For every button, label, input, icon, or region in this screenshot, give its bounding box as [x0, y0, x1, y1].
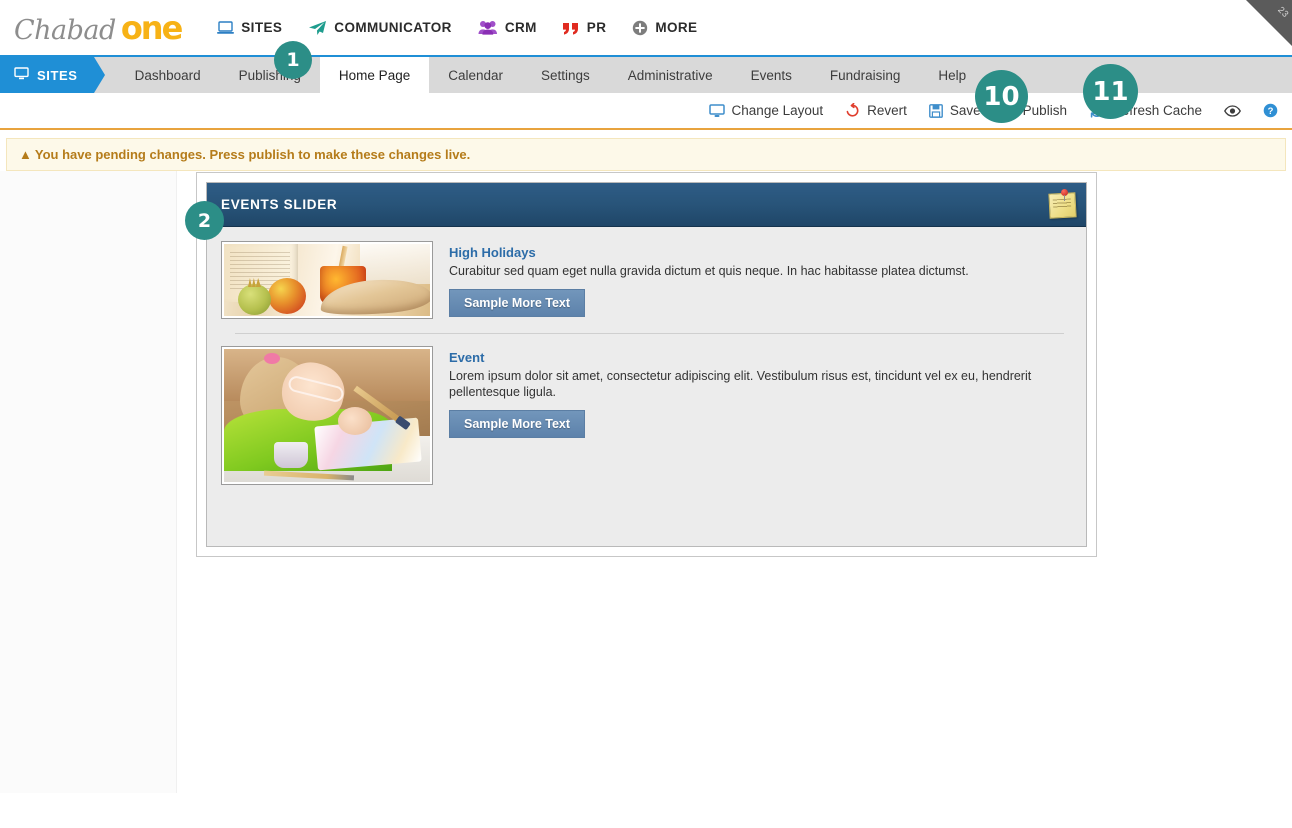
event-description: Curabitur sed quam eget nulla gravida di…: [449, 264, 969, 278]
svg-text:?: ?: [1268, 106, 1274, 117]
annotation-badge-2: 2: [185, 201, 224, 240]
event-item: High Holidays Curabitur sed quam eget nu…: [221, 241, 1072, 319]
nav-item-crm[interactable]: CRM: [478, 16, 537, 39]
app-window: 23 Chabad one SITES COMMUNICATOR CRM PR …: [0, 0, 1292, 828]
event-thumbnail[interactable]: [221, 346, 433, 485]
logo-word-chabad: Chabad: [14, 14, 116, 46]
annotation-badge-1: 1: [274, 41, 312, 79]
preview-button[interactable]: [1224, 104, 1241, 117]
events-slider-header: EVENTS SLIDER: [207, 183, 1086, 227]
event-title[interactable]: Event: [449, 350, 1072, 365]
nav-label-communicator: COMMUNICATOR: [334, 20, 452, 35]
sticky-note-icon[interactable]: [1048, 188, 1078, 220]
event-item: Event Lorem ipsum dolor sit amet, consec…: [221, 346, 1072, 485]
section-tab-label: SITES: [37, 67, 78, 83]
logo-word-one: one: [120, 8, 183, 47]
nav-item-communicator[interactable]: COMMUNICATOR: [308, 16, 452, 40]
event-more-button[interactable]: Sample More Text: [449, 289, 586, 317]
events-slider-body: High Holidays Curabitur sed quam eget nu…: [207, 227, 1086, 546]
nav-item-pr[interactable]: PR: [562, 16, 607, 39]
annotation-badge-11: 11: [1083, 64, 1138, 119]
floppy-disk-icon: [928, 103, 943, 118]
layout-canvas: EVENTS SLIDER High Holidays Curabitur se…: [196, 172, 1097, 557]
left-rail: [0, 171, 177, 793]
events-slider-title: EVENTS SLIDER: [221, 197, 338, 212]
tab-home-page[interactable]: Home Page: [319, 57, 430, 93]
event-text: Event Lorem ipsum dolor sit amet, consec…: [449, 346, 1072, 485]
pending-changes-message: You have pending changes. Press publish …: [34, 147, 471, 162]
tab-administrative[interactable]: Administrative: [609, 57, 732, 93]
pending-changes-alert: ▲ You have pending changes. Press publis…: [6, 138, 1286, 171]
event-text: High Holidays Curabitur sed quam eget nu…: [449, 241, 1072, 319]
section-tab-sites[interactable]: SITES: [0, 57, 105, 93]
change-layout-label: Change Layout: [731, 103, 824, 118]
revert-button[interactable]: Revert: [845, 103, 907, 118]
monitor-icon: [14, 67, 29, 83]
tab-dashboard[interactable]: Dashboard: [116, 57, 220, 93]
paper-plane-icon: [308, 20, 327, 36]
event-more-button[interactable]: Sample More Text: [449, 410, 586, 438]
eye-icon: [1224, 104, 1241, 117]
event-separator: [235, 333, 1064, 334]
monitor-icon: [708, 103, 725, 118]
event-thumbnail[interactable]: [221, 241, 433, 319]
revert-arrow-icon: [845, 103, 860, 118]
event-title[interactable]: High Holidays: [449, 245, 1072, 260]
help-circle-icon: ?: [1263, 103, 1278, 118]
section-tab-arrow: [93, 57, 105, 93]
high-holidays-image: [224, 244, 430, 316]
nav-label-crm: CRM: [504, 20, 537, 35]
tab-settings[interactable]: Settings: [522, 57, 609, 93]
nav-label-more: MORE: [655, 20, 698, 35]
nav-label-pr: PR: [586, 20, 607, 35]
plus-circle-icon: [632, 20, 648, 36]
tab-fundraising[interactable]: Fundraising: [811, 57, 920, 93]
nav-item-more[interactable]: MORE: [632, 16, 697, 40]
tab-events[interactable]: Events: [732, 57, 811, 93]
masthead: Chabad one SITES COMMUNICATOR CRM PR MOR…: [0, 0, 1292, 55]
events-slider-module[interactable]: EVENTS SLIDER High Holidays Curabitur se…: [206, 182, 1087, 547]
tab-calendar[interactable]: Calendar: [429, 57, 522, 93]
warning-triangle-icon: ▲: [19, 147, 32, 162]
event-description: Lorem ipsum dolor sit amet, consectetur …: [449, 369, 1032, 399]
nav-label-sites: SITES: [241, 20, 283, 35]
page-body: EVENTS SLIDER High Holidays Curabitur se…: [0, 171, 1292, 793]
child-painting-image: [224, 349, 430, 482]
revert-label: Revert: [867, 103, 907, 118]
publish-label: Publish: [1022, 103, 1067, 118]
people-group-icon: [478, 20, 498, 35]
quote-icon: [562, 21, 580, 35]
corner-flag: 23: [1246, 0, 1292, 46]
laptop-icon: [217, 20, 235, 35]
change-layout-button[interactable]: Change Layout: [708, 103, 824, 118]
nav-item-sites[interactable]: SITES: [217, 16, 282, 39]
chabad-one-logo[interactable]: Chabad one: [14, 8, 183, 47]
save-button[interactable]: Save: [928, 103, 981, 118]
annotation-badge-10: 10: [975, 70, 1028, 123]
help-button[interactable]: ?: [1263, 103, 1278, 118]
page-tabs: Dashboard Publishing Home Page Calendar …: [116, 57, 986, 93]
main-navigation: SITES COMMUNICATOR CRM PR MORE: [217, 16, 697, 40]
